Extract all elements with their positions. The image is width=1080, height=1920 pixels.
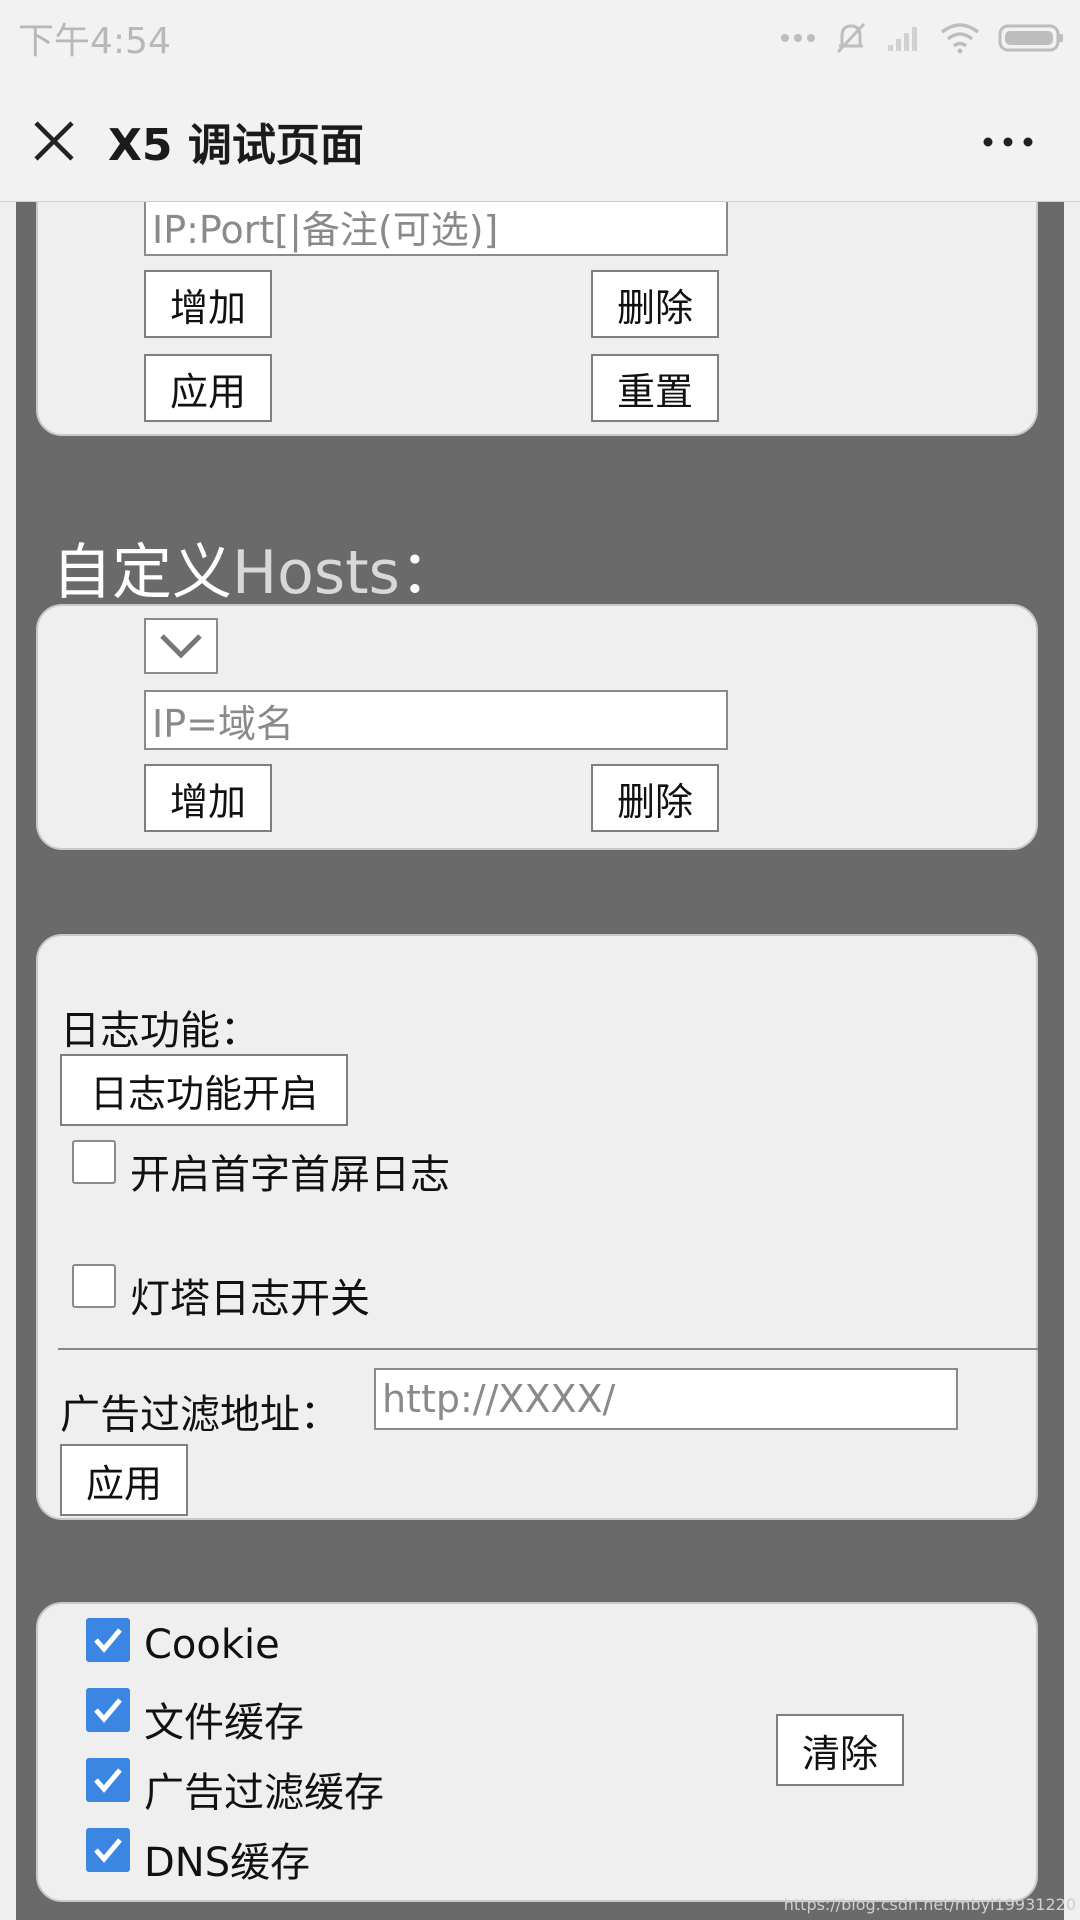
- hosts-panel: IP=域名 增加 删除: [36, 604, 1038, 850]
- cookie-label: Cookie: [144, 1622, 280, 1668]
- beacon-log-checkbox[interactable]: [72, 1264, 116, 1308]
- more-icon[interactable]: [980, 127, 1036, 157]
- check-icon: [94, 1768, 122, 1793]
- status-time: 下午4:54: [18, 21, 171, 62]
- cookie-checkbox[interactable]: [86, 1618, 130, 1662]
- watermark: https://blog.csdn.net/mbyl19931220: [783, 1895, 1076, 1914]
- hosts-input[interactable]: IP=域名: [144, 690, 728, 750]
- divider: [58, 1348, 1038, 1350]
- ad-filter-input[interactable]: http://XXXX/: [374, 1368, 958, 1430]
- check-icon: [94, 1628, 122, 1653]
- ad-filter-cache-label: 广告过滤缓存: [144, 1770, 384, 1816]
- log-label: 日志功能：: [60, 1008, 260, 1054]
- dns-cache-checkbox[interactable]: [86, 1828, 130, 1872]
- log-panel: 日志功能： 日志功能开启 开启首字首屏日志 灯塔日志开关 广告过滤地址： htt…: [36, 934, 1038, 1520]
- hosts-delete-button[interactable]: 删除: [591, 764, 719, 832]
- dns-cache-label: DNS缓存: [144, 1840, 311, 1886]
- proxy-reset-button[interactable]: 重置: [591, 354, 719, 422]
- page-title: X5 调试页面: [108, 120, 364, 171]
- proxy-delete-button[interactable]: 删除: [591, 270, 719, 338]
- page-content[interactable]: IP:Port[|备注(可选)] 增加 删除 应用 重置 自定义Hosts： I…: [16, 202, 1064, 1920]
- close-icon[interactable]: [26, 113, 82, 169]
- check-icon: [94, 1698, 122, 1723]
- more-dots-icon: [781, 34, 815, 42]
- proxy-apply-button[interactable]: 应用: [144, 354, 272, 422]
- check-icon: [94, 1838, 122, 1863]
- status-bar: 下午4:54: [0, 0, 1080, 75]
- ad-filter-apply-button[interactable]: 应用: [60, 1444, 188, 1516]
- first-screen-log-checkbox[interactable]: [72, 1140, 116, 1184]
- hosts-heading-colon: ：: [399, 538, 460, 608]
- hosts-heading-cn: 自定义: [52, 538, 232, 608]
- proxy-input[interactable]: IP:Port[|备注(可选)]: [144, 202, 728, 256]
- battery-icon: [998, 24, 1063, 52]
- ad-filter-cache-checkbox[interactable]: [86, 1758, 130, 1802]
- proxy-panel: IP:Port[|备注(可选)] 增加 删除 应用 重置: [36, 202, 1038, 436]
- first-screen-log-label: 开启首字首屏日志: [130, 1152, 450, 1198]
- ad-filter-label: 广告过滤地址：: [60, 1392, 340, 1438]
- log-enable-button[interactable]: 日志功能开启: [60, 1054, 348, 1126]
- hosts-select[interactable]: [144, 618, 218, 674]
- hosts-heading: 自定义Hosts：: [52, 524, 460, 611]
- file-cache-checkbox[interactable]: [86, 1688, 130, 1732]
- status-icons: [780, 16, 1064, 60]
- beacon-log-label: 灯塔日志开关: [130, 1276, 370, 1322]
- chevron-down-icon: [160, 634, 202, 659]
- title-bar: X5 调试页面: [0, 75, 1080, 202]
- hosts-add-button[interactable]: 增加: [144, 764, 272, 832]
- signal-icon: [888, 27, 917, 51]
- wifi-icon: [940, 23, 980, 54]
- clear-cache-button[interactable]: 清除: [776, 1714, 904, 1786]
- proxy-add-button[interactable]: 增加: [144, 270, 272, 338]
- cache-panel: Cookie 文件缓存 广告过滤缓存 DNS缓存 清除: [36, 1602, 1038, 1902]
- bell-off-icon: [836, 22, 866, 54]
- hosts-heading-en: Hosts: [232, 538, 400, 608]
- file-cache-label: 文件缓存: [144, 1700, 304, 1746]
